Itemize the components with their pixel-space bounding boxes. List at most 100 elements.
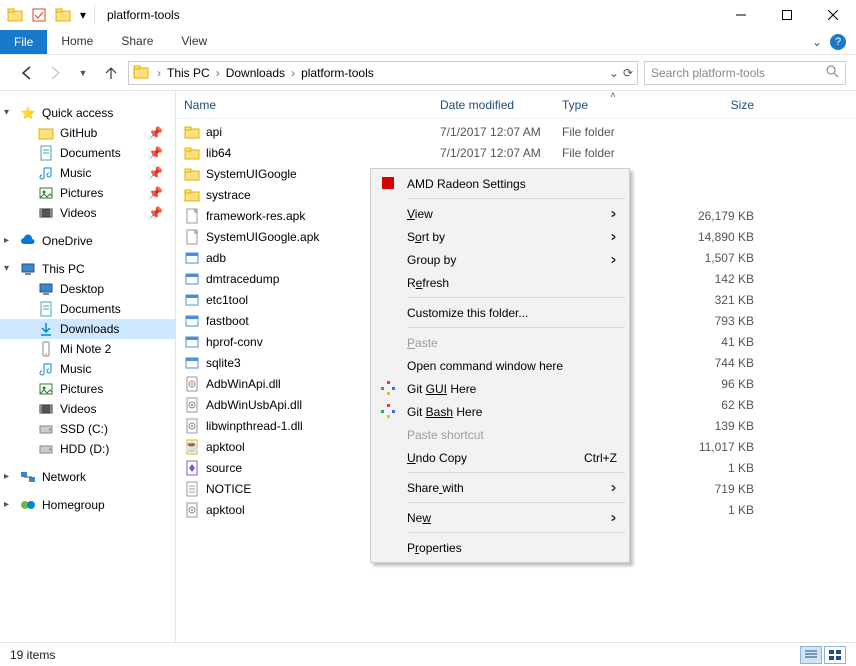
sidebar-label: This PC <box>42 262 85 276</box>
sidebar-item[interactable]: Documents📌 <box>0 143 175 163</box>
sidebar-thispc[interactable]: ▾ This PC <box>0 259 175 279</box>
file-row[interactable]: lib647/1/2017 12:07 AMFile folder <box>176 142 856 163</box>
sidebar-item[interactable]: Videos <box>0 399 175 419</box>
menu-item-label: Customize this folder... <box>407 306 528 320</box>
sidebar-item[interactable]: Music📌 <box>0 163 175 183</box>
menu-item[interactable]: Git GUI Here <box>373 377 627 400</box>
ribbon-expand-icon[interactable]: ⌄ <box>812 35 822 49</box>
up-button[interactable] <box>100 62 122 84</box>
properties-qat-icon[interactable] <box>30 6 48 24</box>
sidebar-item[interactable]: GitHub📌 <box>0 123 175 143</box>
recent-dropdown-icon[interactable]: ▼ <box>72 62 94 84</box>
file-size: 41 KB <box>672 335 764 349</box>
column-date[interactable]: Date modified <box>432 91 554 118</box>
menu-item[interactable]: Customize this folder... <box>373 301 627 324</box>
menu-item-label: New <box>407 511 431 525</box>
git-icon <box>381 404 397 420</box>
sidebar-item[interactable]: SSD (C:) <box>0 419 175 439</box>
chevron-right-icon[interactable]: ▸ <box>4 499 9 510</box>
crumb-downloads[interactable]: Downloads <box>222 64 289 82</box>
sidebar-item-label: GitHub <box>60 126 97 140</box>
column-type[interactable]: ˄Type <box>554 91 672 118</box>
chevron-right-icon[interactable]: › <box>214 66 222 80</box>
column-size[interactable]: Size <box>672 91 764 118</box>
sidebar-network[interactable]: ▸ Network <box>0 467 175 487</box>
menu-item[interactable]: Properties <box>373 536 627 559</box>
menu-item[interactable]: Open command window here <box>373 354 627 377</box>
tab-share[interactable]: Share <box>107 30 167 54</box>
search-icon[interactable] <box>825 64 839 81</box>
menu-item[interactable]: Share with> <box>373 476 627 499</box>
minimize-button[interactable] <box>718 0 764 30</box>
menu-separator <box>407 198 625 199</box>
chevron-right-icon[interactable]: › <box>289 66 297 80</box>
sidebar-item-label: Videos <box>60 206 96 220</box>
file-name: dmtracedump <box>206 272 279 286</box>
sidebar-label: Quick access <box>42 106 113 120</box>
item-icon <box>38 421 54 437</box>
file-icon <box>184 229 200 245</box>
file-name: SystemUIGoogle <box>206 167 297 181</box>
chevron-right-icon[interactable]: ▸ <box>4 471 9 482</box>
view-large-icons-button[interactable] <box>824 646 846 664</box>
help-icon[interactable]: ? <box>830 34 846 50</box>
menu-item[interactable]: Undo CopyCtrl+Z <box>373 446 627 469</box>
maximize-button[interactable] <box>764 0 810 30</box>
pin-icon: 📌 <box>148 206 163 220</box>
sidebar-item[interactable]: Music <box>0 359 175 379</box>
window-title: platform-tools <box>107 8 180 22</box>
menu-item[interactable]: Git Bash Here <box>373 400 627 423</box>
sidebar-label: Network <box>42 470 86 484</box>
git-icon <box>381 381 397 397</box>
menu-item[interactable]: Sort by> <box>373 225 627 248</box>
sidebar-homegroup[interactable]: ▸Homegroup <box>0 495 175 515</box>
chevron-right-icon[interactable]: ▸ <box>4 235 9 246</box>
sidebar-item-label: SSD (C:) <box>60 422 108 436</box>
column-name[interactable]: Name <box>176 91 432 118</box>
tab-view[interactable]: View <box>167 30 221 54</box>
crumb-thispc[interactable]: This PC <box>163 64 214 82</box>
menu-item[interactable]: AMD Radeon Settings <box>373 172 627 195</box>
menu-item[interactable]: View> <box>373 202 627 225</box>
refresh-icon[interactable]: ⟳ <box>623 66 633 80</box>
view-details-button[interactable] <box>800 646 822 664</box>
crumb-current[interactable]: platform-tools <box>297 64 378 82</box>
item-icon <box>38 205 54 221</box>
file-row[interactable]: api7/1/2017 12:07 AMFile folder <box>176 121 856 142</box>
sidebar-item[interactable]: Videos 📌 <box>0 203 175 223</box>
sidebar-item[interactable]: Pictures📌 <box>0 183 175 203</box>
menu-item[interactable]: Refresh <box>373 271 627 294</box>
address-bar[interactable]: › This PC › Downloads › platform-tools ⌄… <box>128 61 638 85</box>
tab-home[interactable]: Home <box>47 30 107 54</box>
star-icon: ⭐ <box>20 105 36 121</box>
sidebar-item[interactable]: Pictures <box>0 379 175 399</box>
chevron-down-icon[interactable]: ▾ <box>4 107 9 118</box>
sidebar-item[interactable]: Desktop <box>0 279 175 299</box>
chevron-right-icon[interactable]: › <box>155 66 163 80</box>
menu-separator <box>407 532 625 533</box>
sidebar-item[interactable]: Mi Note 2 <box>0 339 175 359</box>
exe-icon <box>184 313 200 329</box>
sidebar-item[interactable]: Documents <box>0 299 175 319</box>
menu-item-label: Undo Copy <box>407 451 467 465</box>
back-button[interactable] <box>16 62 38 84</box>
sidebar-quick-access[interactable]: ▾ ⭐ Quick access <box>0 103 175 123</box>
qat-dropdown-icon[interactable]: ▾ <box>78 6 88 24</box>
file-name: SystemUIGoogle.apk <box>206 230 319 244</box>
menu-item[interactable]: New> <box>373 506 627 529</box>
sidebar-item[interactable]: HDD (D:) <box>0 439 175 459</box>
exe-icon <box>184 355 200 371</box>
chevron-down-icon[interactable]: ▾ <box>4 263 9 274</box>
sidebar-item[interactable]: Downloads <box>0 319 175 339</box>
tab-file[interactable]: File <box>0 30 47 54</box>
menu-item[interactable]: Group by> <box>373 248 627 271</box>
folder-qat-icon[interactable] <box>54 6 72 24</box>
sidebar-item-label: Videos <box>60 402 96 416</box>
address-dropdown-icon[interactable]: ⌄ <box>609 66 619 80</box>
file-type: File folder <box>554 125 672 139</box>
txt-icon <box>184 481 200 497</box>
sidebar-onedrive[interactable]: ▸OneDrive <box>0 231 175 251</box>
forward-button[interactable] <box>44 62 66 84</box>
search-input[interactable]: Search platform-tools <box>644 61 846 85</box>
close-button[interactable] <box>810 0 856 30</box>
